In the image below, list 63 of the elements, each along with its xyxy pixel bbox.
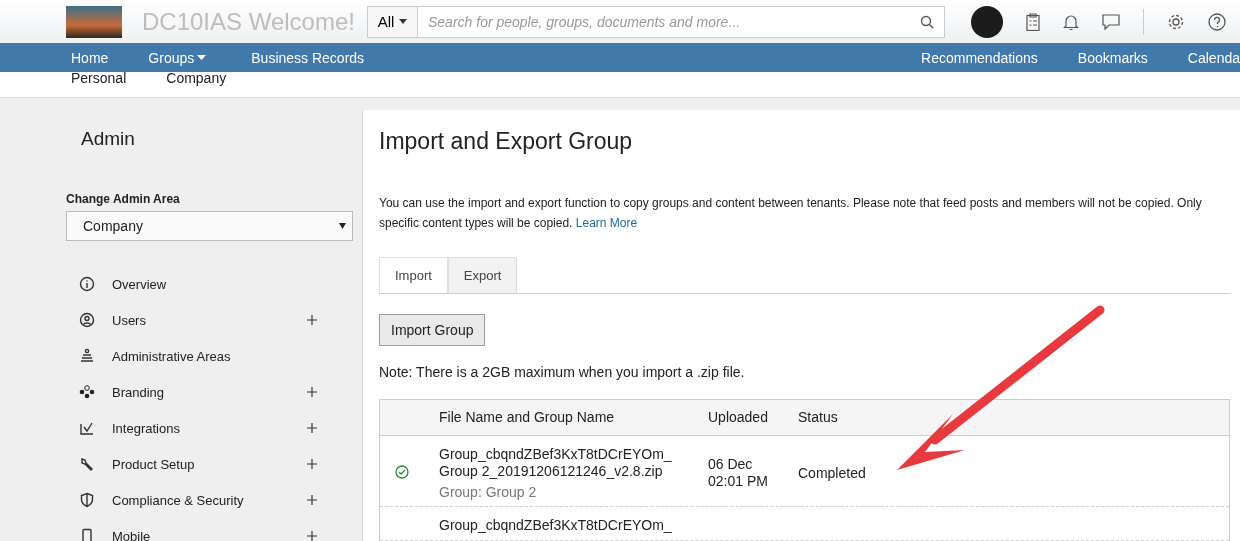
nav-link[interactable]: Groups (148, 49, 207, 66)
plus-icon[interactable] (307, 387, 317, 397)
sidebar-item[interactable]: Integrations (79, 418, 317, 438)
tab[interactable]: Export (447, 257, 518, 293)
column-header: Status (798, 409, 839, 426)
clipboard-icon[interactable] (1026, 12, 1040, 31)
sidebar-item[interactable]: Overview (79, 274, 317, 294)
info-icon (79, 276, 95, 292)
dots-icon (79, 384, 95, 400)
file-name: Group_cbqndZBef3KxT8tDCrEYOm_ (439, 517, 673, 534)
user-icon (79, 312, 95, 328)
column-header: Uploaded (708, 409, 769, 426)
sidebar-item[interactable]: Administrative Areas (79, 346, 317, 366)
nav-link[interactable]: Bookmarks (1077, 49, 1148, 66)
logo-image[interactable] (66, 5, 122, 38)
sidebar-item[interactable]: Compliance & Security (79, 490, 317, 510)
file-name: Group_cbqndZBef3KxT8tDCrEYOm_ (439, 446, 673, 463)
shield-icon (79, 492, 95, 508)
upload-date: 06 Dec (708, 456, 754, 473)
page-title: Import and Export Group (379, 128, 634, 155)
plus-icon[interactable] (307, 531, 317, 541)
upload-time: 02:01 PM (708, 473, 769, 490)
site-title: DC10IAS Welcome! (142, 7, 356, 36)
status-text: Completed (798, 464, 867, 482)
settings-icon[interactable] (1167, 12, 1185, 31)
caret-icon (339, 223, 346, 229)
nav-link[interactable]: Home (71, 49, 109, 66)
sidebar-title: Admin (81, 128, 136, 150)
search-icon[interactable] (920, 14, 934, 29)
bell-icon[interactable] (1063, 12, 1079, 31)
chat-icon[interactable] (1102, 13, 1120, 30)
phone-icon (79, 528, 95, 541)
scope-dropdown[interactable]: All (368, 6, 418, 37)
subnav-link[interactable]: Company (166, 72, 227, 97)
subnav-link[interactable]: Personal (71, 72, 127, 97)
plus-icon[interactable] (307, 495, 317, 505)
field-label: Change Admin Area (66, 192, 181, 206)
nav-link[interactable]: Recommendations (921, 49, 1038, 66)
search-field[interactable]: All Search for people, groups, documents and more... (367, 5, 945, 38)
plus-icon[interactable] (307, 459, 317, 469)
note-text: Note: There is a 2GB maximum when you import a .zip file. (379, 364, 746, 380)
learn-more-link[interactable]: Learn More (575, 216, 638, 230)
tab[interactable]: Import (379, 257, 448, 293)
import-group-button[interactable]: Import Group (379, 314, 486, 346)
nav-link[interactable]: Business Records (251, 49, 365, 66)
admin-area-select[interactable]: Company (66, 211, 353, 241)
file-name: Group 2_20191206121246_v2.8.zip (439, 463, 664, 480)
wrench-icon (79, 456, 95, 472)
help-icon[interactable] (1208, 12, 1226, 31)
plus-icon[interactable] (307, 423, 317, 433)
integration-icon (79, 420, 95, 436)
group-name: Group: Group 2 (439, 484, 538, 500)
sidebar-item[interactable]: Product Setup (79, 454, 317, 474)
sidebar-item[interactable]: Mobile (79, 526, 317, 541)
sidebar-item[interactable]: Users (79, 310, 317, 330)
plus-icon[interactable] (307, 315, 317, 325)
hierarchy-icon (79, 348, 95, 364)
column-header: File Name and Group Name (439, 409, 616, 426)
avatar[interactable] (971, 5, 1003, 38)
description-text: You can use the import and export function to copy groups and content between tenants. Please note that feed posts and members will not be copied. Only specific content types will be copied. Learn More (379, 195, 1203, 232)
caret-icon (399, 19, 408, 24)
sidebar-item[interactable]: Branding (79, 382, 317, 402)
nav-link[interactable]: Calenda (1187, 49, 1240, 66)
